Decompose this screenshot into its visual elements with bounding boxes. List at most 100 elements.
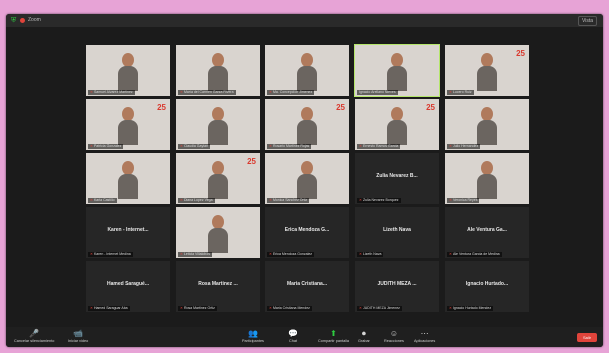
participant-name-label: ✕Claudia Gaytan	[178, 144, 211, 149]
muted-mic-icon: ✕	[90, 306, 93, 310]
apps-icon: ⋯	[420, 329, 429, 338]
participant-name-text: Ernesto Ramos Garcia	[362, 144, 399, 148]
participant-tile[interactable]: ✕Julio Hernandez	[445, 99, 529, 150]
participant-name-text: Leticia Villalobos	[183, 252, 210, 256]
muted-mic-icon: ✕	[180, 144, 183, 148]
participant-video	[208, 159, 228, 199]
participant-tile[interactable]: ✕Leticia Villalobos	[176, 207, 260, 258]
muted-mic-icon: ✕	[449, 90, 452, 94]
muted-mic-icon: ✕	[180, 252, 183, 256]
muted-mic-icon: ✕	[269, 144, 272, 148]
participant-name-label: ✕Ale Ventura Garcia de Medina	[447, 252, 502, 257]
participant-tile[interactable]: Karen - Internet... ✕Karen - Internet Med…	[86, 207, 170, 258]
participant-name-text: Samuel Alvarez Martinez	[93, 90, 133, 94]
muted-mic-icon: ✕	[359, 306, 362, 310]
toolbar-label: Cancelar silenciamiento	[14, 339, 55, 343]
participant-name-text: Lucero Ruiz	[452, 90, 472, 94]
participant-tile[interactable]: ✕Samuel Alvarez Martinez	[86, 45, 170, 96]
participant-name-text: Maria Cristiana Mendez	[272, 306, 310, 310]
participant-tile[interactable]: ✕Veronica Reyes	[445, 153, 529, 204]
participant-display-name: Rosa Martinez ...	[198, 281, 238, 287]
participant-tile[interactable]: Maria Cristiana... ✕Maria Cristiana Mende…	[265, 261, 349, 312]
share-screen-button[interactable]: ⬆ Compartir pantalla	[318, 329, 349, 344]
muted-mic-icon: ✕	[269, 198, 272, 202]
participant-grid: ✕Samuel Alvarez Martinez ✕María del Carme…	[6, 27, 603, 327]
participant-tile[interactable]: Erica Mendoza G... ✕Erica Mendoza Gonzale…	[265, 207, 349, 258]
participant-name-label: ✕Ma. Concepcion Jimenez	[267, 90, 315, 95]
zoom-window: ⛨ Zoom Vista ✕Samuel Alvarez Martinez ✕Ma…	[6, 14, 603, 347]
participant-tile[interactable]: ✕Ma. Concepcion Jimenez	[265, 45, 349, 96]
reactions-button[interactable]: ☺ Reacciones	[384, 329, 404, 344]
participant-tile[interactable]: Ignacio Arellano Nieves	[354, 44, 440, 97]
muted-mic-icon: ✕	[90, 90, 93, 94]
participant-tile[interactable]: ✕Karla Castillo	[86, 153, 170, 204]
participant-tile[interactable]: 25 ✕Patricia Gonzalez	[86, 99, 170, 150]
participant-display-name: Zulia Nevarez B...	[376, 173, 418, 179]
recording-dot-icon	[20, 18, 25, 23]
leave-button[interactable]: Salir	[577, 333, 597, 342]
participant-name-text: JUDITH MEZA Jimenez	[362, 306, 400, 310]
view-button[interactable]: Vista	[577, 16, 597, 26]
participant-name-text: Ma. Concepcion Jimenez	[272, 90, 313, 94]
participant-tile[interactable]: 25 ✕Lucero Ruiz	[445, 45, 529, 96]
participant-tile[interactable]: JUDITH MEZA ... ✕JUDITH MEZA Jimenez	[355, 261, 439, 312]
participant-name-label: ✕Samuel Alvarez Martinez	[88, 90, 135, 95]
meeting-toolbar: Salir 🎤 Cancelar silenciamiento 📹 Iniciar v…	[6, 327, 603, 347]
participant-name-text: Erica Mendoza Gonzalez	[272, 252, 313, 256]
muted-mic-icon: ✕	[269, 252, 272, 256]
participant-name-text: Patricia Gonzalez	[93, 144, 122, 148]
chat-button[interactable]: 💬 Chat	[288, 329, 298, 344]
title-bar: ⛨ Zoom Vista	[6, 14, 603, 27]
participant-video	[477, 51, 497, 91]
participant-name-text: Ignacio Hurtado Mendez	[452, 306, 492, 310]
apps-button[interactable]: ⋯ Aplicaciones	[414, 329, 435, 344]
security-shield-icon[interactable]: ⛨	[11, 17, 17, 24]
muted-mic-icon: ✕	[269, 306, 272, 310]
participant-name-text: María del Carmen Garza Rivera	[183, 90, 234, 94]
participant-tile[interactable]: Lizeth Nava ✕Lizeth Nava	[355, 207, 439, 258]
participant-name-label: ✕Patricia Gonzalez	[88, 144, 124, 149]
participant-video	[297, 51, 317, 91]
muted-mic-icon: ✕	[449, 306, 452, 310]
participant-video	[387, 105, 407, 145]
toolbar-label: Participantes	[242, 339, 264, 343]
participant-name-text: Diana Lopez Vega	[183, 198, 213, 202]
participants-button[interactable]: 👥 Participantes	[242, 329, 264, 344]
participant-tile[interactable]: ✕Claudia Gaytan	[176, 99, 260, 150]
participant-video	[477, 159, 497, 199]
unmute-button[interactable]: 🎤 Cancelar silenciamiento	[14, 329, 54, 344]
participant-name-label: ✕Karla Castillo	[88, 198, 117, 203]
participant-video	[297, 159, 317, 199]
participant-name-label: Ignacio Arellano Nieves	[357, 90, 398, 95]
participant-tile[interactable]: Rosa Martinez ... ✕Rosa Martinez Ortiz	[176, 261, 260, 312]
toolbar-label: Reacciones	[384, 339, 404, 343]
participant-tile[interactable]: Zulia Nevarez B... ✕Zulia Nevarez Borquez	[355, 153, 439, 204]
participant-name-label: ✕María del Carmen Garza Rivera	[178, 90, 236, 95]
participant-name-label: ✕Leticia Villalobos	[178, 252, 212, 257]
participant-tile[interactable]: ✕María del Carmen Garza Rivera	[176, 45, 260, 96]
participant-display-name: Lizeth Nava	[383, 227, 411, 233]
participant-name-text: Karen - Internet Medina	[93, 252, 131, 256]
participant-tile[interactable]: Hamed Saragué... ✕Hamed Saraguar Aba	[86, 261, 170, 312]
participant-tile[interactable]: ✕Monica Sanchez Ortiz	[265, 153, 349, 204]
participant-tile[interactable]: 25 ✕Rosario Martinez Rojas	[265, 99, 349, 150]
participant-name-label: ✕Julio Hernandez	[447, 144, 481, 149]
participant-tile[interactable]: Ale Ventura Ga... ✕Ale Ventura Garcia de …	[445, 207, 529, 258]
muted-mic-icon: ✕	[90, 252, 93, 256]
muted-mic-icon: ✕	[359, 198, 362, 202]
participant-tile[interactable]: 25 ✕Diana Lopez Vega	[176, 153, 260, 204]
record-button[interactable]: ⏺ Grabar	[358, 329, 370, 344]
participant-display-name: Ignacio Hurtado...	[465, 281, 509, 287]
participant-video	[208, 51, 228, 91]
participant-display-name: JUDITH MEZA ...	[377, 281, 417, 287]
share-screen-icon: ⬆	[330, 329, 337, 338]
muted-mic-icon: ✕	[90, 198, 93, 202]
participant-name-text: Ignacio Arellano Nieves	[359, 90, 396, 94]
participant-tile[interactable]: 25 ✕Ernesto Ramos Garcia	[355, 99, 439, 150]
participant-display-name: Erica Mendoza G...	[284, 227, 330, 233]
start-video-button[interactable]: 📹 Iniciar video	[68, 329, 88, 344]
participant-tile[interactable]: Ignacio Hurtado... ✕Ignacio Hurtado Mende…	[445, 261, 529, 312]
logo-badge: 25	[516, 49, 525, 58]
record-icon: ⏺	[361, 329, 366, 338]
participant-name-label: ✕Rosario Martinez Rojas	[267, 144, 312, 149]
